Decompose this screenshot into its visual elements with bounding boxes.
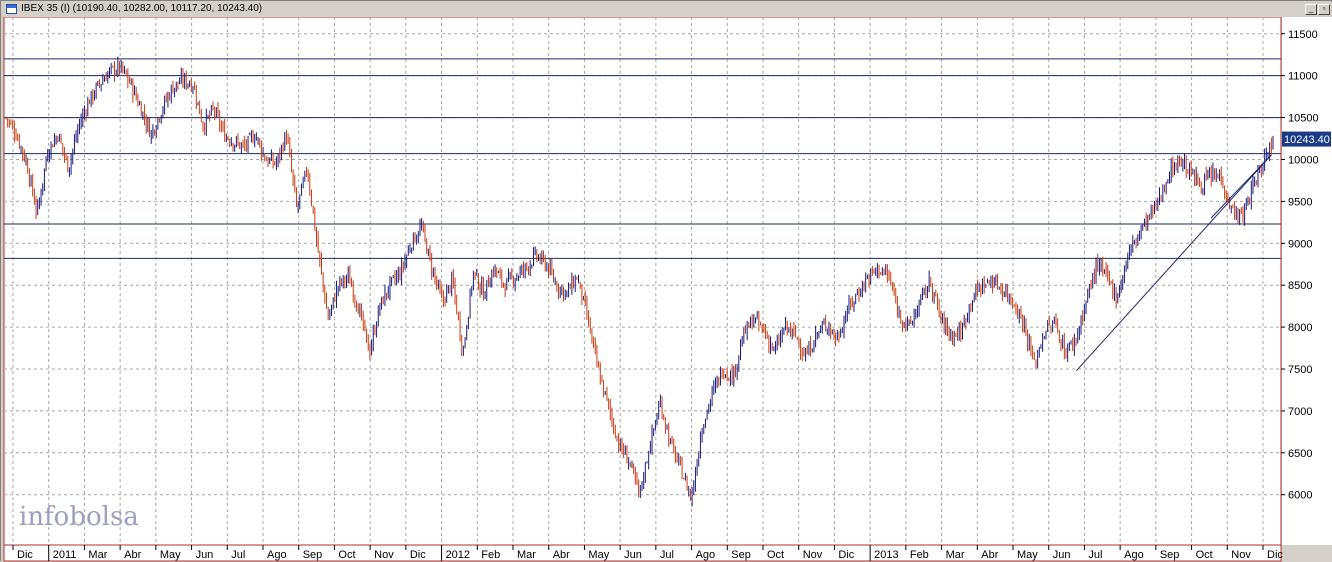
y-tick-label: 11000 [1288, 71, 1318, 83]
x-tick-label: Nov [374, 549, 394, 561]
x-tick-label: Dic [1267, 549, 1283, 561]
x-tick-label: Sep [1160, 549, 1180, 561]
x-tick-label: Abr [981, 549, 998, 561]
x-tick-label: Mar [946, 549, 965, 561]
y-tick-label: 6500 [1288, 448, 1312, 460]
y-tick-label: 10000 [1288, 154, 1319, 166]
x-tick-label: Jun [196, 549, 214, 561]
y-tick-label: 6000 [1288, 490, 1312, 502]
x-tick-label: Jul [1088, 549, 1102, 561]
chart-window-icon [6, 4, 17, 14]
title-bar[interactable]: IBEX 35 (I) (10190.40, 10282.00, 10117.2… [2, 2, 1332, 18]
x-tick-label: Dic [17, 549, 33, 561]
x-tick-label: May [160, 549, 181, 561]
x-tick-label: Oct [767, 549, 784, 561]
x-tick-label: Sep [303, 549, 323, 561]
axis-corner [1282, 545, 1332, 561]
x-tick-label: Dic [410, 549, 426, 561]
y-tick-label: 10500 [1288, 113, 1319, 125]
x-tick-label: 2013 [874, 549, 898, 561]
y-tick-label: 8500 [1288, 280, 1312, 292]
x-tick-label: Ago [1124, 549, 1144, 561]
y-tick-label: 7500 [1288, 364, 1312, 376]
x-tick-label: Nov [803, 549, 823, 561]
y-tick-label: 9000 [1288, 238, 1312, 250]
x-tick-label: Jul [231, 549, 245, 561]
x-tick-label: Ago [696, 549, 716, 561]
x-tick-label: Mar [517, 549, 536, 561]
x-tick-label: Oct [1196, 549, 1213, 561]
x-tick-label: Mar [88, 549, 107, 561]
y-tick-label: 7000 [1288, 406, 1312, 418]
x-tick-label: May [1017, 549, 1038, 561]
x-tick-label: 2011 [53, 549, 77, 561]
x-tick-label: Sep [731, 549, 751, 561]
y-tick-label: 11500 [1288, 29, 1318, 41]
x-tick-label: Nov [1231, 549, 1251, 561]
x-tick-label: Dic [838, 549, 854, 561]
restore-button[interactable]: ▫ [1318, 4, 1330, 15]
last-price-label: 10243.40 [1284, 134, 1330, 146]
plot-area [3, 17, 1282, 546]
x-tick-label: Oct [338, 549, 355, 561]
x-tick-label: May [588, 549, 609, 561]
infobolsa-logo: infobolsa [19, 502, 139, 532]
x-tick-label: Feb [910, 549, 929, 561]
window-title: IBEX 35 (I) (10190.40, 10282.00, 10117.2… [21, 3, 263, 14]
ohlc-chart[interactable]: 11500 11000 10500 10000 9500 9000 8500 8000 7500… [1, 17, 1332, 562]
x-tick-label: Abr [553, 549, 570, 561]
chart-area[interactable]: 11500 11000 10500 10000 9500 9000 8500 8000 7500… [1, 17, 1332, 562]
x-tick-label: 2012 [446, 549, 470, 561]
minimize-button[interactable]: _ [1305, 4, 1317, 15]
x-tick-label: Jun [624, 549, 642, 561]
x-tick-label: Jul [660, 549, 674, 561]
x-tick-label: Ago [267, 549, 287, 561]
y-tick-label: 9500 [1288, 196, 1312, 208]
chart-window: IBEX 35 (I) (10190.40, 10282.00, 10117.2… [0, 0, 1332, 562]
y-tick-label: 8000 [1288, 322, 1312, 334]
last-price-layer: 10243.40 [1282, 131, 1331, 147]
x-tick-label: Jun [1053, 549, 1071, 561]
x-tick-label: Abr [124, 549, 141, 561]
x-tick-label: Feb [481, 549, 500, 561]
